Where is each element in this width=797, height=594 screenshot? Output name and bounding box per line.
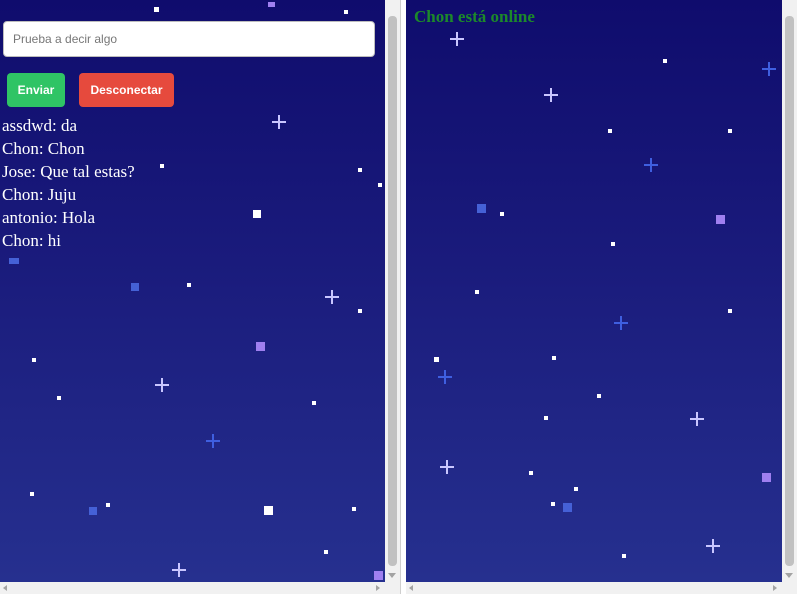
chat-message: Chon: hi — [2, 231, 62, 250]
sparkle — [706, 539, 720, 553]
horizontal-scrollbar[interactable] — [0, 582, 400, 594]
sparkle — [155, 378, 169, 392]
star — [324, 550, 328, 554]
star — [160, 164, 164, 168]
star — [374, 571, 383, 580]
sparkle — [544, 88, 558, 102]
star — [378, 183, 382, 187]
vertical-scrollbar[interactable] — [782, 0, 797, 582]
star — [352, 507, 356, 511]
send-button[interactable]: Enviar — [7, 73, 65, 107]
sparkle — [440, 460, 454, 474]
sparkle — [206, 434, 220, 448]
star — [131, 283, 139, 291]
star — [154, 7, 159, 12]
chat-message: assdwd: da — [2, 116, 78, 135]
star — [762, 473, 771, 482]
star — [434, 357, 439, 362]
sparkle — [438, 370, 452, 384]
chat-message: Chon: Chon — [2, 139, 85, 158]
chat-message: antonio: Hola — [2, 208, 96, 227]
star — [57, 396, 61, 400]
online-status-text: Chon está online — [414, 7, 535, 26]
scroll-left-arrow-icon[interactable] — [3, 585, 7, 591]
scroll-left-arrow-icon[interactable] — [409, 585, 413, 591]
star — [529, 471, 533, 475]
scroll-right-arrow-icon[interactable] — [376, 585, 380, 591]
sparkle — [272, 115, 286, 129]
chat-message: Chon: Juju — [2, 185, 77, 204]
chat-frame: Enviar Desconectar assdwd: da Chon: Chon… — [0, 0, 401, 594]
sparkle — [325, 290, 339, 304]
scroll-right-arrow-icon[interactable] — [773, 585, 777, 591]
scroll-down-arrow-icon[interactable] — [785, 573, 793, 578]
star — [344, 10, 348, 14]
star — [611, 242, 615, 246]
star — [312, 401, 316, 405]
message-list: assdwd: da Chon: Chon Jose: Que tal esta… — [2, 114, 135, 252]
star — [268, 2, 275, 7]
sparkle — [690, 412, 704, 426]
star — [358, 168, 362, 172]
star — [475, 290, 479, 294]
star — [544, 416, 548, 420]
scrollbar-thumb[interactable] — [785, 16, 794, 566]
star — [477, 204, 486, 213]
star — [563, 503, 572, 512]
starfield-background: Chon está online — [406, 0, 782, 582]
star — [253, 210, 261, 218]
star — [106, 503, 110, 507]
scrollbar-thumb[interactable] — [388, 16, 397, 566]
sparkle — [644, 158, 658, 172]
sparkle — [172, 563, 186, 577]
chat-message: Jose: Que tal estas? — [2, 162, 135, 181]
star — [716, 215, 725, 224]
star — [500, 212, 504, 216]
star — [9, 258, 19, 264]
star — [32, 358, 36, 362]
star — [552, 356, 556, 360]
star — [663, 59, 667, 63]
sparkle — [450, 32, 464, 46]
star — [358, 309, 362, 313]
star — [608, 129, 612, 133]
star — [89, 507, 97, 515]
message-input[interactable] — [3, 21, 375, 57]
star — [728, 129, 732, 133]
star — [256, 342, 265, 351]
presence-frame: Chon está online — [406, 0, 797, 594]
star — [187, 283, 191, 287]
star — [597, 394, 601, 398]
disconnect-button[interactable]: Desconectar — [79, 73, 174, 107]
starfield-background: Enviar Desconectar assdwd: da Chon: Chon… — [0, 0, 385, 582]
star — [728, 309, 732, 313]
horizontal-scrollbar[interactable] — [406, 582, 797, 594]
star — [622, 554, 626, 558]
sparkle — [762, 62, 776, 76]
vertical-scrollbar[interactable] — [385, 0, 400, 582]
star — [30, 492, 34, 496]
sparkle — [614, 316, 628, 330]
star — [574, 487, 578, 491]
star — [551, 502, 555, 506]
star — [264, 506, 273, 515]
scroll-down-arrow-icon[interactable] — [388, 573, 396, 578]
